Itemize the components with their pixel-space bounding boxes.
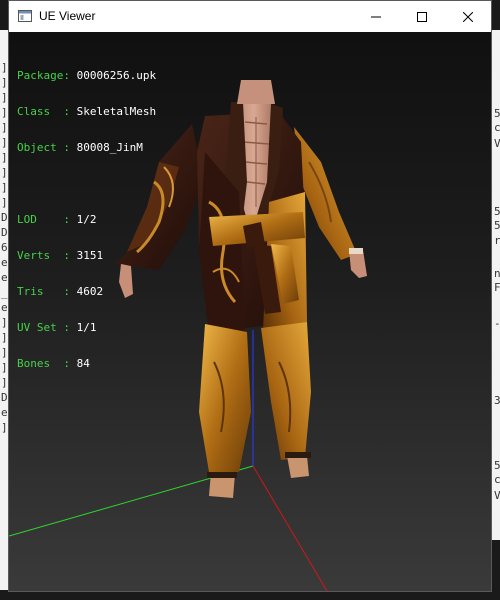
background-glyph: e xyxy=(1,256,8,269)
background-glyph: e xyxy=(1,406,8,419)
background-glyph: _ xyxy=(1,286,8,299)
background-glyph: - xyxy=(494,317,500,330)
background-glyph: ] xyxy=(1,76,8,89)
window-app-icon xyxy=(18,10,32,22)
background-glyph: c xyxy=(494,473,500,486)
background-glyph: ] xyxy=(1,361,8,374)
maximize-icon xyxy=(417,11,427,22)
desktop: ]]]]]]]]]] D D 6 e e _ e]]]]] De] 5cV55rnF-35cV … xyxy=(0,0,500,600)
axis-x-red xyxy=(252,465,328,591)
info-row-lod: LOD : 1/2 xyxy=(17,213,97,226)
maximize-button[interactable] xyxy=(399,1,445,32)
info-row-tris: Tris : 4602 xyxy=(17,285,104,298)
background-glyph: 5 xyxy=(494,205,500,218)
background-glyph: ] xyxy=(1,346,8,359)
background-glyph: e xyxy=(1,271,8,284)
background-glyph: ] xyxy=(1,136,8,149)
background-glyph: 5 xyxy=(494,459,500,472)
background-glyph: ] xyxy=(1,106,8,119)
background-glyph: ] xyxy=(1,61,8,74)
close-button[interactable] xyxy=(445,1,491,32)
background-glyph: ] xyxy=(1,121,8,134)
background-glyph: ] xyxy=(1,376,8,389)
minimize-icon xyxy=(371,16,381,17)
background-glyph: D xyxy=(1,226,8,239)
info-row-uvset: UV Set : 1/1 xyxy=(17,321,97,334)
info-row-verts: Verts : 3151 xyxy=(17,249,104,262)
window-title: UE Viewer xyxy=(39,9,96,23)
background-glyph: ] xyxy=(1,331,8,344)
background-glyph: ] xyxy=(1,421,8,434)
background-glyph: ] xyxy=(1,166,8,179)
background-glyph: 6 xyxy=(1,241,8,254)
background-glyph: 5 xyxy=(494,219,500,232)
background-glyph: ] xyxy=(1,196,8,209)
background-glyph: e xyxy=(1,301,8,314)
background-glyph: r xyxy=(494,234,500,247)
background-glyph: D xyxy=(1,391,8,404)
background-glyph: ] xyxy=(1,316,8,329)
background-glyph: 3 xyxy=(494,394,500,407)
background-glyph: V xyxy=(494,137,500,150)
close-icon xyxy=(463,11,473,22)
background-glyph: c xyxy=(494,121,500,134)
background-glyph: D xyxy=(1,211,8,224)
title-bar[interactable]: UE Viewer xyxy=(9,1,491,32)
background-glyph: ] xyxy=(1,181,8,194)
background-glyph: ] xyxy=(1,91,8,104)
background-glyph: F xyxy=(494,281,500,294)
ue-viewer-window[interactable]: UE Viewer Package: 00006256.upk Class: … xyxy=(8,0,492,592)
info-row-object: Object : 80008_JinM xyxy=(17,141,143,154)
background-glyph: V xyxy=(494,489,500,502)
info-row-package: Package: 00006256.upk xyxy=(17,69,157,82)
background-glyph: ] xyxy=(1,151,8,164)
3d-viewport[interactable]: Package: 00006256.upk Class : SkeletalMe… xyxy=(9,32,491,591)
background-glyph: 5 xyxy=(494,107,500,120)
background-glyph: n xyxy=(494,267,500,280)
mesh-info-panel: Package: 00006256.upk Class : SkeletalMe… xyxy=(17,46,156,394)
info-row-class: Class : SkeletalMesh xyxy=(17,105,157,118)
minimize-button[interactable] xyxy=(353,1,399,32)
info-row-bones: Bones : 84 xyxy=(17,357,90,370)
